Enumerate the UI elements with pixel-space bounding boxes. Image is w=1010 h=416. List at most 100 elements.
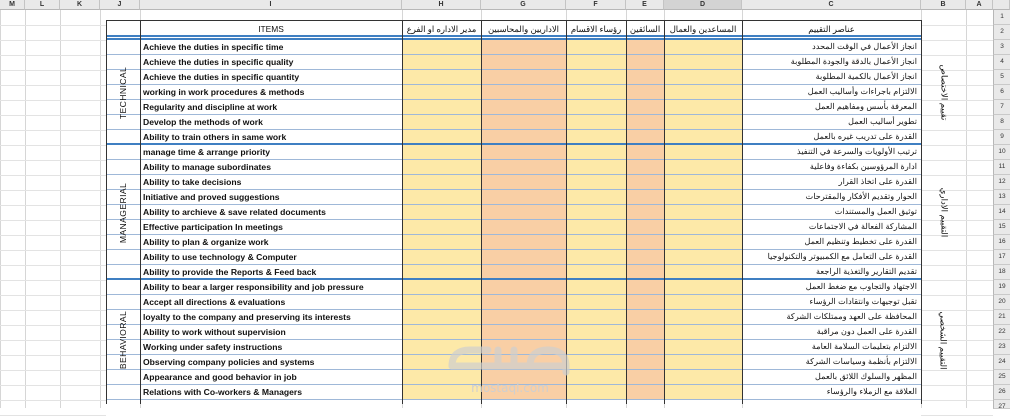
- item-english[interactable]: Achieve the duties in specific quantity: [140, 70, 402, 85]
- row-header[interactable]: 4: [993, 55, 1010, 70]
- score-cell[interactable]: [402, 355, 481, 370]
- row-header[interactable]: 25: [993, 370, 1010, 385]
- score-cell[interactable]: [402, 160, 481, 175]
- row-header[interactable]: 1: [993, 10, 1010, 25]
- row-header[interactable]: 7: [993, 100, 1010, 115]
- row-header[interactable]: 19: [993, 280, 1010, 295]
- row-header[interactable]: 12: [993, 175, 1010, 190]
- score-cell[interactable]: [481, 115, 566, 130]
- score-cell[interactable]: [566, 115, 626, 130]
- score-cell[interactable]: [664, 145, 742, 160]
- score-cell[interactable]: [566, 100, 626, 115]
- item-arabic[interactable]: القدرة على تخطيط وتنظيم العمل: [742, 235, 921, 250]
- column-header[interactable]: I: [140, 0, 402, 10]
- item-arabic[interactable]: انجاز الأعمال بالكمية المطلوبة: [742, 70, 921, 85]
- score-cell[interactable]: [402, 145, 481, 160]
- row-header[interactable]: 17: [993, 250, 1010, 265]
- column-header[interactable]: L: [25, 0, 60, 10]
- item-arabic[interactable]: الالتزام باجراءات وأساليب العمل: [742, 85, 921, 100]
- item-english[interactable]: Working under safety instructions: [140, 340, 402, 355]
- eval-elements-header[interactable]: عناصر التقييم: [742, 22, 921, 36]
- score-cell[interactable]: [481, 340, 566, 355]
- score-cell[interactable]: [664, 370, 742, 385]
- score-cell[interactable]: [664, 55, 742, 70]
- column-header[interactable]: A: [966, 0, 993, 10]
- score-cell[interactable]: [566, 70, 626, 85]
- row-header[interactable]: 10: [993, 145, 1010, 160]
- item-arabic[interactable]: المظهر والسلوك اللائق بالعمل: [742, 370, 921, 385]
- category-english[interactable]: TECHNICAL: [106, 40, 140, 145]
- score-cell[interactable]: [664, 295, 742, 310]
- item-english[interactable]: Relations with Co-workers & Managers: [140, 385, 402, 400]
- score-cell[interactable]: [626, 295, 664, 310]
- column-header[interactable]: E: [626, 0, 664, 10]
- score-cell[interactable]: [402, 175, 481, 190]
- row-header[interactable]: 14: [993, 205, 1010, 220]
- row-header[interactable]: 23: [993, 340, 1010, 355]
- score-cell[interactable]: [402, 235, 481, 250]
- score-cell[interactable]: [626, 280, 664, 295]
- score-cell[interactable]: [626, 355, 664, 370]
- score-cell[interactable]: [481, 370, 566, 385]
- score-cell[interactable]: [402, 310, 481, 325]
- score-cell[interactable]: [402, 385, 481, 400]
- score-cell[interactable]: [626, 145, 664, 160]
- score-cell[interactable]: [626, 325, 664, 340]
- column-header[interactable]: G: [481, 0, 566, 10]
- row-header[interactable]: 6: [993, 85, 1010, 100]
- score-cell[interactable]: [481, 55, 566, 70]
- score-cell[interactable]: [566, 280, 626, 295]
- item-arabic[interactable]: تطوير أساليب العمل: [742, 115, 921, 130]
- section-heads-header[interactable]: رؤساء الاقسام: [566, 22, 626, 36]
- item-english[interactable]: Ability to take decisions: [140, 175, 402, 190]
- item-arabic[interactable]: المعرفة بأسس ومفاهيم العمل: [742, 100, 921, 115]
- score-cell[interactable]: [664, 340, 742, 355]
- column-header[interactable]: J: [100, 0, 140, 10]
- item-arabic[interactable]: ادارة المرؤوسين بكفاءة وفاعلية: [742, 160, 921, 175]
- score-cell[interactable]: [626, 100, 664, 115]
- score-cell[interactable]: [664, 355, 742, 370]
- item-arabic[interactable]: الاجتهاد والتجاوب مع ضغط العمل: [742, 280, 921, 295]
- column-header[interactable]: B: [921, 0, 966, 10]
- score-cell[interactable]: [566, 250, 626, 265]
- score-cell[interactable]: [664, 70, 742, 85]
- item-english[interactable]: Regularity and discipline at work: [140, 100, 402, 115]
- item-english[interactable]: Initiative and proved suggestions: [140, 190, 402, 205]
- score-cell[interactable]: [626, 160, 664, 175]
- score-cell[interactable]: [664, 160, 742, 175]
- score-cell[interactable]: [664, 325, 742, 340]
- score-cell[interactable]: [402, 70, 481, 85]
- column-header[interactable]: D: [664, 0, 742, 10]
- score-cell[interactable]: [664, 115, 742, 130]
- column-header[interactable]: K: [60, 0, 100, 10]
- score-cell[interactable]: [664, 190, 742, 205]
- item-english[interactable]: Observing company policies and systems: [140, 355, 402, 370]
- score-cell[interactable]: [481, 385, 566, 400]
- score-cell[interactable]: [481, 325, 566, 340]
- item-arabic[interactable]: تقبل توجيهات وانتقادات الرؤساء: [742, 295, 921, 310]
- row-header[interactable]: 22: [993, 325, 1010, 340]
- item-arabic[interactable]: توثيق العمل والمستندات: [742, 205, 921, 220]
- category-english[interactable]: BEHAVIORAL: [106, 280, 140, 400]
- row-header[interactable]: 8: [993, 115, 1010, 130]
- row-header[interactable]: 5: [993, 70, 1010, 85]
- item-arabic[interactable]: الحوار وتقديم الأفكار والمقترحات: [742, 190, 921, 205]
- score-cell[interactable]: [566, 385, 626, 400]
- score-cell[interactable]: [664, 235, 742, 250]
- score-cell[interactable]: [566, 145, 626, 160]
- score-cell[interactable]: [664, 280, 742, 295]
- item-arabic[interactable]: ترتيب الأولويات والسرعة في التنفيذ: [742, 145, 921, 160]
- score-cell[interactable]: [566, 370, 626, 385]
- row-header[interactable]: 18: [993, 265, 1010, 280]
- score-cell[interactable]: [626, 310, 664, 325]
- row-header[interactable]: 15: [993, 220, 1010, 235]
- item-arabic[interactable]: القدرة على اتخاذ القرار: [742, 175, 921, 190]
- item-english[interactable]: Effective participation In meetings: [140, 220, 402, 235]
- row-header[interactable]: 20: [993, 295, 1010, 310]
- row-header[interactable]: 3: [993, 40, 1010, 55]
- score-cell[interactable]: [626, 175, 664, 190]
- item-english[interactable]: Ability to plan & organize work: [140, 235, 402, 250]
- score-cell[interactable]: [664, 85, 742, 100]
- column-header[interactable]: C: [742, 0, 921, 10]
- item-english[interactable]: Ability to use technology & Computer: [140, 250, 402, 265]
